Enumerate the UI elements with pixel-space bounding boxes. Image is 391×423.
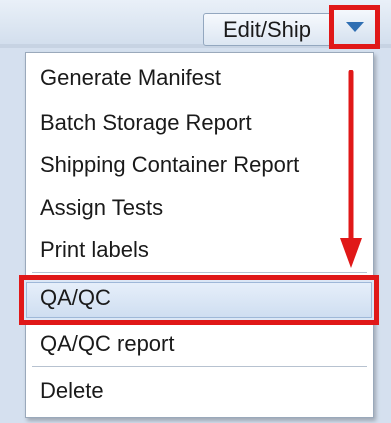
menu-separator [32, 272, 367, 273]
menu-item-qa-qc-report[interactable]: QA/QC report [26, 324, 373, 364]
menu-item-generate-manifest[interactable]: Generate Manifest [26, 58, 373, 98]
menu-item-batch-storage-report[interactable]: Batch Storage Report [26, 103, 373, 143]
menu-item-print-labels[interactable]: Print labels [26, 230, 373, 270]
menu-item-assign-tests[interactable]: Assign Tests [26, 188, 373, 228]
edit-ship-button[interactable]: Edit/Ship [203, 13, 331, 46]
menu-item-qa-qc[interactable]: QA/QC [26, 278, 373, 318]
triangle-down-icon [346, 22, 364, 32]
arrow-down-icon [340, 70, 362, 268]
edit-ship-menu: Generate Manifest Batch Storage Report S… [19, 52, 379, 418]
edit-ship-dropdown-button[interactable] [329, 5, 380, 49]
menu-item-delete[interactable]: Delete [26, 371, 373, 411]
menu-item-shipping-container-report[interactable]: Shipping Container Report [26, 145, 373, 185]
menu-separator [32, 366, 367, 367]
